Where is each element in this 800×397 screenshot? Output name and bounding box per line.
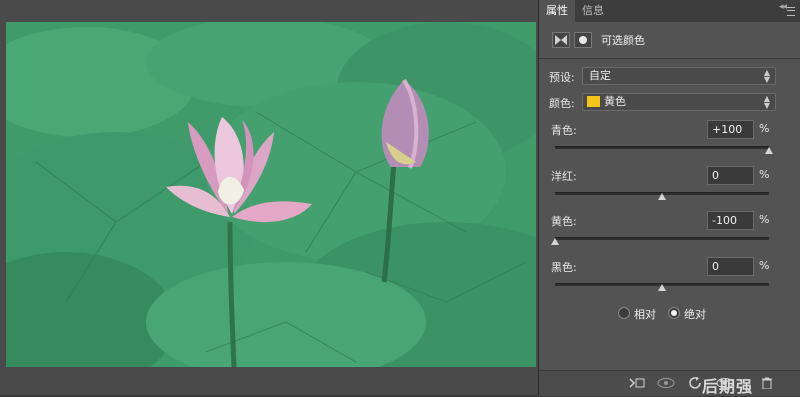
- selective-color-icon[interactable]: [552, 32, 570, 48]
- cyan-value-input[interactable]: +100: [707, 120, 754, 139]
- color-swatch: [587, 96, 600, 107]
- panel-tabbar: 属性 信息 ◂◂: [539, 0, 800, 22]
- slider-label: 黄色:: [551, 215, 577, 228]
- lotus-photo: [6, 22, 536, 367]
- percent-unit: %: [759, 259, 770, 272]
- black-slider-thumb[interactable]: [658, 284, 666, 291]
- tab-properties[interactable]: 属性: [539, 0, 575, 22]
- panel-bottom-bar: [539, 370, 800, 396]
- dropdown-down-icon: ▼: [763, 75, 770, 84]
- colors-dropdown[interactable]: 黄色 ▲ ▼: [582, 93, 776, 111]
- magenta-value-input[interactable]: 0: [707, 166, 754, 185]
- absolute-label: 绝对: [684, 308, 706, 321]
- relative-radio[interactable]: [618, 307, 630, 319]
- watermark-text: 后期强: [702, 377, 754, 396]
- layer-mask-icon[interactable]: [574, 32, 592, 48]
- reset-icon[interactable]: [689, 376, 703, 391]
- percent-unit: %: [759, 122, 770, 135]
- black-value-input[interactable]: 0: [707, 257, 754, 276]
- percent-unit: %: [759, 168, 770, 181]
- preset-label: 预设:: [549, 71, 575, 84]
- magenta-slider-thumb[interactable]: [658, 193, 666, 200]
- absolute-radio[interactable]: [668, 307, 680, 319]
- colors-label: 颜色:: [549, 97, 575, 110]
- preset-dropdown[interactable]: 自定 ▲ ▼: [582, 67, 776, 85]
- colors-value: 黄色: [604, 95, 626, 108]
- yellow-slider-thumb[interactable]: [551, 238, 559, 245]
- trash-icon[interactable]: [761, 377, 773, 391]
- slider-label: 黑色:: [551, 261, 577, 274]
- yellow-value-input[interactable]: -100: [707, 211, 754, 230]
- tab-info[interactable]: 信息: [575, 0, 611, 22]
- relative-label: 相对: [634, 308, 656, 321]
- clip-to-layer-icon[interactable]: [629, 377, 645, 391]
- collapse-icon[interactable]: ◂◂: [779, 2, 787, 12]
- dropdown-down-icon: ▼: [763, 101, 770, 110]
- slider-label: 洋红:: [551, 170, 577, 183]
- yellow-slider-track[interactable]: [555, 237, 769, 240]
- properties-panel: 属性 信息 ◂◂ 可选颜色 预设: 自定 ▲ ▼ 颜色: 黄色 ▲ ▼ 青色: …: [538, 0, 800, 396]
- adjustment-header: 可选颜色: [539, 22, 800, 59]
- cyan-slider-thumb[interactable]: [765, 147, 773, 154]
- percent-unit: %: [759, 213, 770, 226]
- adjustment-title: 可选颜色: [601, 34, 645, 47]
- preset-value: 自定: [589, 69, 611, 82]
- slider-label: 青色:: [551, 124, 577, 137]
- document-canvas[interactable]: [0, 0, 538, 395]
- cyan-slider-track[interactable]: [555, 146, 769, 149]
- eye-history-icon[interactable]: [657, 377, 675, 391]
- panel-menu-icon[interactable]: [787, 7, 795, 16]
